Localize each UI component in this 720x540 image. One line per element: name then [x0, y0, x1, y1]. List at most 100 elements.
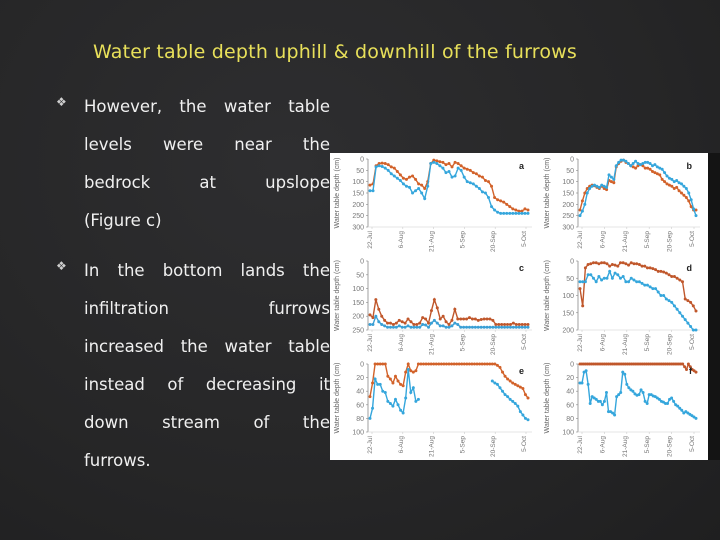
data-point-downhill [371, 189, 375, 193]
data-point-downhill [616, 273, 620, 277]
data-point-uphill [462, 317, 466, 321]
data-point-downhill [675, 179, 679, 183]
data-point-downhill [381, 389, 385, 393]
data-point-downhill [523, 211, 527, 215]
bullet-line: furrows. [84, 451, 151, 470]
y-tick-label: 20 [566, 375, 574, 382]
data-point-uphill [491, 318, 495, 322]
data-point-uphill [648, 167, 652, 171]
bullet-line: (Figure c) [84, 211, 162, 230]
data-point-uphill [608, 264, 612, 268]
data-point-downhill [607, 173, 611, 177]
x-tick-label: 21-Aug [429, 334, 436, 355]
panel-label: b [687, 161, 693, 171]
data-point-downhill [378, 382, 382, 386]
data-point-downhill [393, 397, 397, 401]
x-tick-label: 6-Aug [599, 334, 606, 352]
y-tick-label: 100 [352, 179, 364, 186]
data-point-uphill [494, 322, 498, 326]
data-point-downhill [637, 280, 641, 284]
data-point-downhill [613, 271, 617, 275]
panel-label: a [519, 161, 525, 171]
data-point-downhill [395, 176, 399, 180]
y-tick-label: 200 [562, 328, 574, 335]
data-point-downhill [624, 280, 628, 284]
y-tick-label: 40 [356, 389, 364, 396]
data-point-downhill [617, 160, 621, 164]
data-point-uphill [663, 180, 667, 184]
data-point-uphill [386, 374, 390, 378]
data-point-downhill [656, 290, 660, 294]
data-point-uphill [417, 182, 421, 186]
bullet-line: levels were near the [84, 135, 330, 154]
data-point-uphill [414, 177, 418, 181]
data-point-uphill [495, 363, 499, 367]
data-point-downhill [605, 276, 609, 280]
data-point-downhill [465, 325, 469, 329]
x-tick-label: 6-Aug [398, 231, 405, 249]
data-point-downhill [618, 276, 622, 280]
data-point-uphill [670, 184, 674, 188]
y-tick-label: 100 [352, 286, 364, 293]
data-point-downhill [518, 410, 522, 414]
figure-edge-shadow [708, 153, 720, 460]
data-point-uphill [618, 261, 622, 265]
data-point-uphill [508, 205, 512, 209]
data-point-uphill [511, 381, 515, 385]
data-point-downhill [629, 164, 633, 168]
data-point-downhill [444, 171, 448, 175]
data-point-uphill [432, 298, 436, 302]
data-point-uphill [610, 262, 614, 266]
data-point-uphill [473, 317, 477, 321]
data-point-uphill [391, 322, 395, 326]
data-point-uphill [684, 367, 688, 371]
panel-label: d [687, 263, 693, 273]
data-point-downhill [453, 321, 457, 325]
data-point-downhill [411, 191, 415, 195]
data-point-downhill [450, 175, 454, 179]
data-point-uphill [406, 317, 410, 321]
data-point-downhill [682, 184, 686, 188]
data-point-downhill [520, 211, 524, 215]
data-point-uphill [471, 171, 475, 175]
data-point-uphill [681, 362, 685, 366]
data-point-downhill [602, 276, 606, 280]
data-point-uphill [498, 365, 502, 369]
data-point-downhill [412, 325, 416, 329]
data-point-downhill [526, 211, 530, 215]
data-point-uphill [453, 307, 457, 311]
data-point-downhill [429, 321, 433, 325]
data-point-downhill [503, 325, 507, 329]
data-point-uphill [499, 199, 503, 203]
data-point-downhill [418, 325, 422, 329]
data-point-downhill [400, 325, 404, 329]
data-point-uphill [456, 162, 460, 166]
data-point-downhill [585, 191, 589, 195]
data-point-downhill [680, 182, 683, 186]
data-point-downhill [508, 397, 512, 401]
data-point-downhill [392, 174, 396, 178]
data-point-downhill [640, 281, 644, 285]
data-point-uphill [583, 266, 587, 270]
x-tick-label: 5-Sep [644, 334, 651, 352]
x-tick-label: 20-Sep [490, 436, 497, 457]
y-tick-label: 50 [356, 272, 364, 279]
y-axis-label: Water table depth (cm) [334, 363, 341, 434]
data-point-uphill [392, 166, 396, 170]
data-point-uphill [516, 384, 520, 388]
data-point-downhill [456, 322, 460, 326]
y-axis-label: Water table depth (cm) [544, 158, 551, 229]
data-point-downhill [521, 413, 525, 417]
data-point-downhill [494, 325, 498, 329]
panel-label: f [689, 366, 693, 376]
data-point-uphill [424, 317, 428, 321]
data-point-downhill [380, 164, 384, 168]
data-point-downhill [423, 197, 427, 201]
data-point-downhill [591, 276, 595, 280]
data-point-downhill [388, 325, 392, 329]
data-point-downhill [514, 211, 518, 215]
data-point-uphill [479, 318, 483, 322]
data-point-downhill [416, 397, 420, 401]
data-point-downhill [450, 324, 454, 328]
x-tick-label: 22-Jul [577, 435, 584, 453]
